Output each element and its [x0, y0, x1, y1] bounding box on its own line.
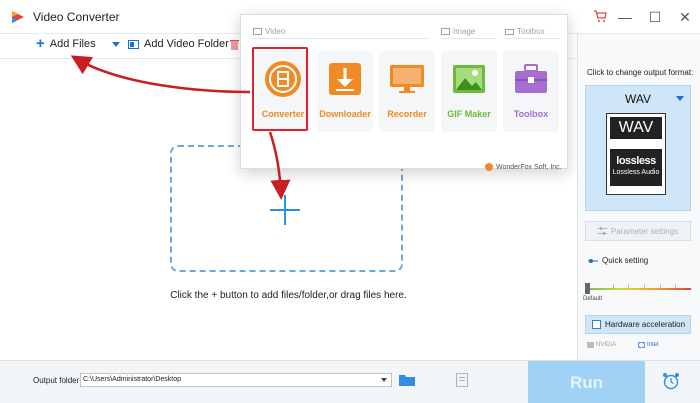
recorder-module[interactable]: Recorder	[379, 51, 435, 132]
parameter-settings-button[interactable]: Parameter settings	[585, 221, 691, 241]
nvidia-icon	[587, 342, 594, 348]
output-format-name: WAV	[625, 92, 651, 106]
video-section-label: Video	[253, 27, 285, 36]
output-format-panel: Click to change output format: WAV WAV l…	[577, 34, 700, 360]
downloader-label: Downloader	[319, 109, 371, 119]
add-files-dropdown-icon[interactable]	[112, 42, 120, 47]
quality-slider-track[interactable]	[587, 288, 691, 290]
toolbox-section-label: Toolbox	[505, 27, 545, 36]
video-folder-icon	[128, 39, 139, 49]
image-section-label: Image	[441, 27, 475, 36]
film-reel-icon	[263, 59, 303, 99]
minimize-button[interactable]: —	[610, 0, 640, 34]
maximize-button[interactable]: ☐	[640, 0, 670, 34]
toolbox-label: Toolbox	[513, 109, 549, 119]
video-icon	[253, 28, 262, 35]
drop-hint: Click the + button to add files/folder,o…	[170, 290, 407, 301]
brand-credit: WonderFox Soft, Inc.	[485, 163, 562, 171]
run-button[interactable]: Run	[528, 361, 645, 403]
plus-icon: +	[36, 35, 45, 52]
app-logo-icon	[12, 11, 24, 23]
downloader-module[interactable]: Downloader	[317, 51, 373, 132]
output-folder-field[interactable]: C:\Users\Administrator\Desktop	[80, 373, 392, 387]
slider-tick	[660, 284, 661, 288]
add-plus-icon-vertical[interactable]	[284, 195, 286, 225]
video-section-divider	[253, 38, 429, 39]
wonderfox-logo-icon	[485, 163, 493, 171]
wav-format-icon: WAV lossless Lossless Audio	[606, 113, 666, 195]
toolbox-icon	[511, 59, 551, 99]
toolbox-module[interactable]: Toolbox	[503, 51, 559, 132]
quick-setting-icon	[588, 258, 598, 263]
add-files-label: Add Files	[49, 38, 96, 50]
intel-icon	[638, 342, 645, 348]
module-popup: Video Image Toolbox Converter Downloader…	[240, 14, 568, 171]
intel-badge: Intel	[638, 342, 658, 348]
lossless-badge: lossless Lossless Audio	[610, 149, 662, 186]
hardware-acceleration-toggle[interactable]: Hardware acceleration	[585, 315, 691, 334]
monitor-icon	[387, 59, 427, 99]
converter-label: Converter	[261, 109, 305, 119]
cart-icon[interactable]	[593, 9, 607, 23]
slider-tick	[644, 284, 645, 288]
quick-setting: Quick setting	[588, 256, 648, 265]
recorder-label: Recorder	[387, 109, 427, 119]
add-files-button[interactable]: + Add Files	[36, 35, 96, 52]
toolbox-small-icon	[505, 29, 514, 35]
trash-icon[interactable]	[230, 39, 239, 50]
image-landscape-icon	[449, 59, 489, 99]
add-video-folder-label: Add Video Folder	[144, 38, 229, 50]
toolbox-section-divider	[505, 38, 561, 39]
checkbox-icon[interactable]	[592, 320, 601, 329]
add-video-folder-button[interactable]: Add Video Folder	[128, 38, 229, 50]
format-dropdown-icon[interactable]	[676, 96, 684, 101]
export-icon[interactable]	[456, 373, 468, 387]
open-folder-icon[interactable]	[398, 373, 416, 387]
output-format-hint: Click to change output format:	[587, 68, 694, 77]
gif-maker-label: GIF Maker	[447, 109, 491, 119]
slider-tick	[613, 284, 614, 288]
close-button[interactable]: ✕	[670, 0, 700, 34]
slider-tick	[628, 284, 629, 288]
download-icon	[325, 59, 365, 99]
converter-module[interactable]: Converter	[255, 51, 311, 132]
output-folder-label: Output folder:	[33, 376, 82, 385]
bottom-bar: Output folder: C:\Users\Administrator\De…	[0, 360, 700, 403]
image-icon	[441, 28, 450, 35]
default-label: Default	[583, 296, 603, 302]
image-section-divider	[441, 38, 497, 39]
slider-tick	[675, 284, 676, 288]
output-folder-dropdown-icon[interactable]	[381, 378, 387, 382]
gif-maker-module[interactable]: GIF Maker	[441, 51, 497, 132]
wav-icon-title: WAV	[610, 117, 662, 139]
sliders-icon	[597, 227, 607, 235]
nvidia-badge: NVIDIA	[587, 342, 616, 348]
alarm-clock-icon[interactable]	[662, 372, 680, 390]
quality-slider-handle[interactable]	[585, 283, 590, 294]
output-format-selector[interactable]: WAV WAV lossless Lossless Audio	[585, 85, 691, 211]
app-title: Video Converter	[33, 10, 120, 24]
